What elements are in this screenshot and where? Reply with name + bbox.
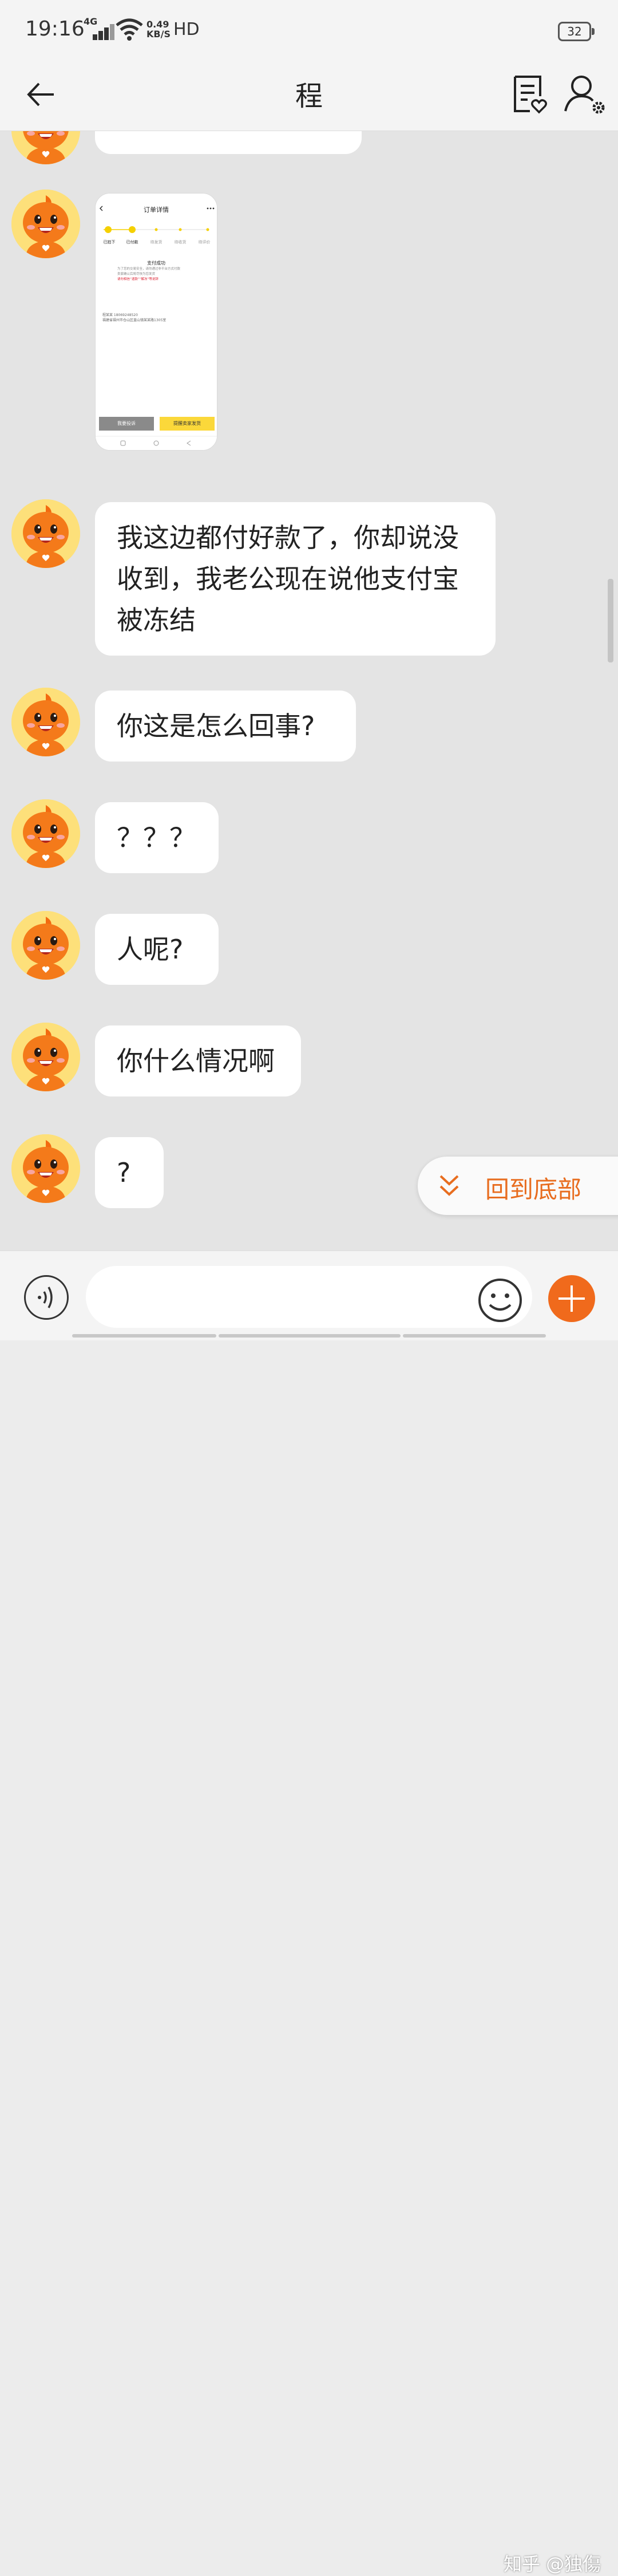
- input-bar: 知乎 @独傷: [0, 1250, 618, 2575]
- emoji-icon[interactable]: [477, 1277, 523, 1323]
- status-bar: 19:16 4G 0.49 KB/S HD 32: [0, 0, 618, 62]
- chat-messages[interactable]: 订单详情 已拍下 已付款 待发货 待收货 待评价 支付成功 为了您的交易安全，请…: [0, 131, 618, 1250]
- signal-icon: [85, 24, 114, 40]
- avatar[interactable]: [11, 499, 80, 568]
- thumb-status: 支付成功: [147, 261, 165, 266]
- wifi-icon: [116, 18, 143, 41]
- thumb-line-2: 卖家确认后将尽快为您发货: [117, 273, 156, 276]
- speed-value: 0.49: [146, 19, 169, 30]
- nav-indicator: [219, 1334, 401, 1338]
- thumb-address-block: 程某某 18069248520 福建省福州市仓山区盖山镇某某路1305室: [102, 313, 211, 323]
- thumb-step-4: 待收货: [174, 240, 187, 244]
- avatar[interactable]: [11, 131, 80, 164]
- message-bubble[interactable]: [95, 131, 362, 154]
- thumb-line-1: 为了您的交易安全，请勿通过非平台方式付款: [117, 267, 181, 271]
- scroll-to-bottom-button[interactable]: 回到底部: [418, 1157, 618, 1215]
- thumb-step-5: 待评价: [198, 240, 211, 244]
- avatar[interactable]: [11, 688, 80, 756]
- thumb-step-1: 已拍下: [103, 240, 116, 244]
- message-input[interactable]: [86, 1266, 532, 1328]
- mascot-avatar-icon: [11, 688, 80, 756]
- nav-indicator: [72, 1334, 216, 1338]
- message-bubble[interactable]: ?: [95, 1137, 164, 1208]
- chat-header: 程: [0, 62, 618, 131]
- thumb-complain-button: 我要投诉: [117, 421, 136, 426]
- speed-unit: KB/S: [146, 29, 171, 40]
- network-speed: 0.49 KB/S: [146, 19, 171, 39]
- voice-icon: [38, 1287, 53, 1308]
- scrollbar[interactable]: [608, 579, 613, 662]
- watermark: 知乎 @独傷: [504, 2553, 601, 2575]
- status-time: 19:16: [25, 17, 85, 41]
- order-notes-icon[interactable]: [504, 70, 552, 118]
- plus-button[interactable]: [548, 1275, 595, 1322]
- voice-button[interactable]: [24, 1275, 69, 1320]
- battery-icon: 32: [558, 22, 595, 41]
- thumb-step-2: 已付款: [126, 240, 138, 244]
- user-settings-icon[interactable]: [561, 70, 609, 118]
- mascot-avatar-icon: [11, 499, 80, 568]
- mascot-avatar-icon: [11, 799, 80, 868]
- mascot-avatar-icon: [11, 911, 80, 980]
- thumb-step-3: 待发货: [150, 240, 163, 244]
- scroll-to-bottom-label: 回到底部: [485, 1175, 582, 1204]
- nav-indicator: [403, 1334, 546, 1338]
- message-bubble[interactable]: ？？？: [95, 802, 219, 873]
- thumb-notice: 为了您的交易安全，请勿通过非平台方式付款 卖家确认后将尽快为您发货 请勿相信“退…: [117, 267, 197, 282]
- avatar[interactable]: [11, 190, 80, 258]
- avatar[interactable]: [11, 911, 80, 980]
- mascot-avatar-icon: [11, 1134, 80, 1203]
- message-bubble[interactable]: 人呢?: [95, 914, 219, 985]
- message-bubble[interactable]: 你什么情况啊: [95, 1025, 301, 1096]
- mascot-avatar-icon: [11, 1023, 80, 1091]
- avatar[interactable]: [11, 1023, 80, 1091]
- thumb-address: 福建省福州市仓山区盖山镇某某路1305室: [102, 318, 167, 322]
- thumb-remind-button: 提醒卖家发货: [173, 421, 201, 426]
- avatar[interactable]: [11, 1134, 80, 1203]
- thumb-title: 订单详情: [144, 206, 169, 214]
- message-bubble[interactable]: 我这边都付好款了，你却说没收到，我老公现在说他支付宝被冻结: [95, 502, 496, 656]
- image-message[interactable]: 订单详情 已拍下 已付款 待发货 待收货 待评价 支付成功 为了您的交易安全，请…: [95, 193, 217, 451]
- message-bubble[interactable]: 你这是怎么回事?: [95, 691, 356, 762]
- mascot-avatar-icon: [11, 190, 80, 258]
- double-chevron-down-icon: [439, 1175, 459, 1196]
- mascot-avatar-icon: [11, 131, 80, 164]
- avatar[interactable]: [11, 799, 80, 868]
- hd-indicator: HD: [173, 19, 200, 40]
- thumb-line-3: 请勿相信“退款”“解冻”等说辞: [117, 278, 159, 281]
- thumb-contact: 程某某 18069248520: [102, 313, 138, 317]
